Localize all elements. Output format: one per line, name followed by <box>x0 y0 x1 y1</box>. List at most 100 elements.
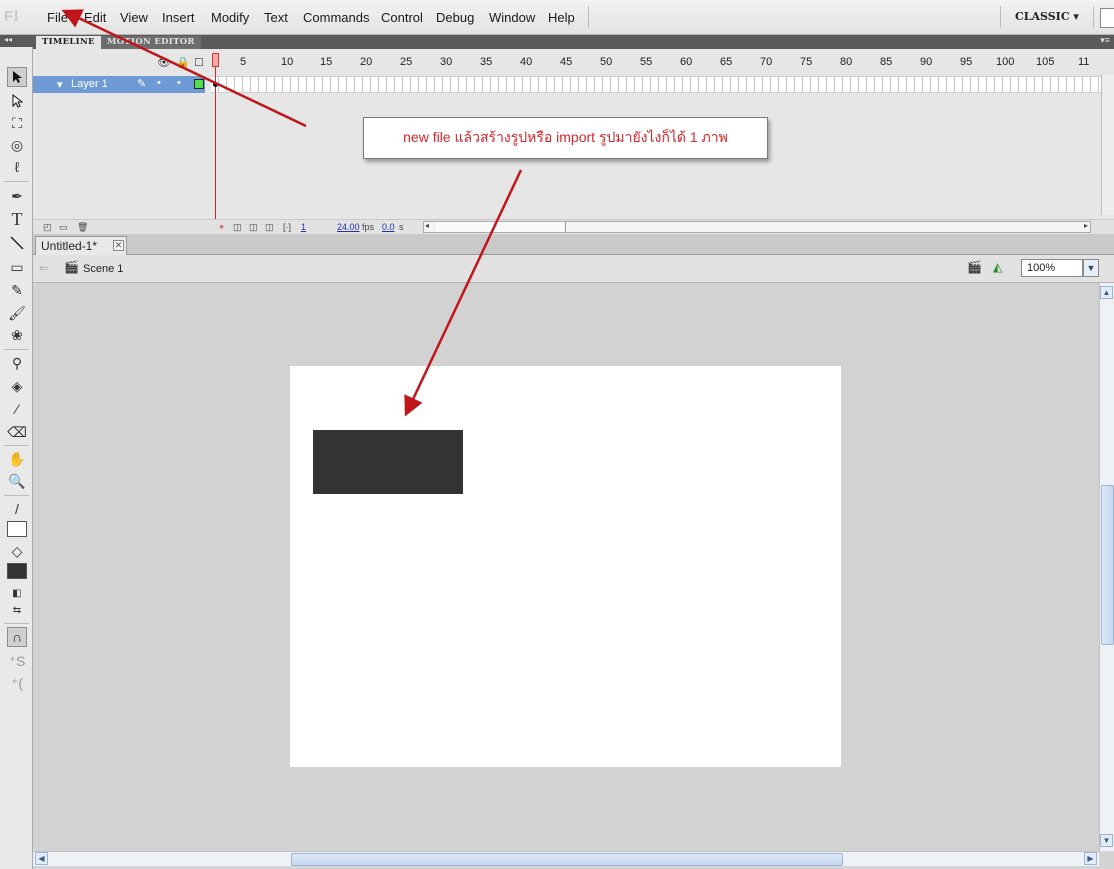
paint-bucket-icon[interactable]: ◈ <box>7 376 27 396</box>
ruler-tick-label: 105 <box>1036 56 1055 68</box>
new-folder-icon[interactable]: ▭ <box>59 222 68 233</box>
subselection-icon[interactable] <box>7 91 27 111</box>
layer-outline-color[interactable] <box>194 79 204 89</box>
pencil-icon[interactable]: ✎ <box>7 280 27 300</box>
snap-to-objects-icon[interactable]: ∩ <box>7 627 27 647</box>
edit-symbols-icon[interactable]: ◭ <box>993 260 1002 274</box>
ruler-tick-label: 30 <box>440 56 453 68</box>
timeline-scroll-thumb[interactable] <box>436 222 566 232</box>
menu-edit[interactable]: Edit <box>84 10 106 25</box>
scroll-left-icon[interactable]: ◀ <box>35 852 48 865</box>
stage-vertical-scrollbar[interactable]: ▲ ▼ <box>1099 283 1114 851</box>
back-arrow-icon[interactable]: ⇐ <box>39 261 49 275</box>
scroll-left-icon[interactable]: ◂ <box>425 221 429 230</box>
scroll-right-icon[interactable]: ▶ <box>1084 852 1097 865</box>
selection-icon[interactable] <box>7 67 27 87</box>
menu-file[interactable]: File <box>47 10 68 25</box>
timeline-vertical-scrollbar[interactable] <box>1101 75 1114 215</box>
ruler-tick-label: 80 <box>840 56 853 68</box>
workspace-switcher[interactable]: CLASSIC ▾ <box>1000 6 1094 28</box>
3d-rotation-icon[interactable]: ◎ <box>7 135 27 155</box>
straighten-icon[interactable]: ⁺( <box>7 673 27 693</box>
horizontal-scroll-thumb[interactable] <box>291 853 843 866</box>
ruler-tick-label: 100 <box>996 56 1015 68</box>
deco-icon[interactable]: ❀ <box>7 325 27 345</box>
close-document-icon[interactable]: ✕ <box>113 240 124 251</box>
lock-dot[interactable]: • <box>177 77 181 89</box>
layer-row[interactable]: ▾ Layer 1 ✎ • • <box>33 76 205 93</box>
elapsed-time-value[interactable]: 0.0 <box>382 222 395 232</box>
layer-icon: ▾ <box>57 79 63 91</box>
onion-skin-icon[interactable]: ◫ <box>233 222 242 233</box>
line-icon[interactable] <box>7 233 27 253</box>
new-layer-icon[interactable]: ◰ <box>43 222 52 233</box>
eraser-icon[interactable]: ⌫ <box>7 422 27 442</box>
stroke-color-icon[interactable]: / <box>7 499 27 519</box>
lasso-icon[interactable]: ℓ <box>7 157 27 177</box>
outline-icon[interactable]: □ <box>195 54 203 69</box>
eyedropper-icon[interactable]: ⁄ <box>7 399 27 419</box>
hand-icon[interactable]: ✋ <box>7 449 27 469</box>
text-icon[interactable]: T <box>7 209 27 229</box>
delete-layer-icon[interactable]: 🗑 <box>77 222 88 233</box>
edit-multiple-frames-icon[interactable]: ◫ <box>265 222 274 233</box>
smooth-icon[interactable]: ⁺S <box>7 651 27 671</box>
playhead[interactable] <box>212 53 219 67</box>
layer-name[interactable]: Layer 1 <box>71 78 108 90</box>
zoom-icon[interactable]: 🔍 <box>7 471 27 491</box>
menu-text[interactable]: Text <box>264 10 288 25</box>
menu-modify[interactable]: Modify <box>211 10 249 25</box>
fill-color-swatch[interactable] <box>7 563 27 579</box>
menu-insert[interactable]: Insert <box>162 10 195 25</box>
playhead-line <box>215 67 216 219</box>
tools-collapse[interactable]: ◂◂ <box>0 35 33 47</box>
menu-control[interactable]: Control <box>381 10 423 25</box>
zoom-input[interactable]: 100% <box>1021 259 1083 277</box>
scroll-right-icon[interactable]: ▸ <box>1084 221 1088 230</box>
zoom-dropdown-icon[interactable]: ▼ <box>1083 259 1099 277</box>
menu-bar: Fl File Edit View Insert Modify Text Com… <box>0 0 1114 35</box>
timeline-horizontal-scrollbar[interactable]: ◂ ▸ <box>423 221 1091 233</box>
lock-icon[interactable]: 🔒 <box>176 56 190 69</box>
elapsed-time-unit: s <box>399 222 404 232</box>
ruler-tick-label: 5 <box>240 56 247 68</box>
menu-view[interactable]: View <box>120 10 148 25</box>
scene-name[interactable]: Scene 1 <box>83 263 123 275</box>
menu-help[interactable]: Help <box>548 10 575 25</box>
current-frame[interactable]: 1 <box>301 222 306 232</box>
tab-timeline[interactable]: TIMELINE <box>36 36 101 49</box>
keyframe-dot[interactable] <box>213 82 218 87</box>
brush-icon[interactable]: 🖌 <box>7 303 27 323</box>
scroll-up-icon[interactable]: ▲ <box>1100 286 1113 299</box>
stage[interactable] <box>290 366 841 767</box>
show-hide-icon[interactable]: 👁 <box>157 56 171 69</box>
onion-skin-outlines-icon[interactable]: ◫ <box>249 222 258 233</box>
rectangle-icon[interactable]: ▭ <box>7 257 27 277</box>
menu-window[interactable]: Window <box>489 10 535 25</box>
menu-debug[interactable]: Debug <box>436 10 474 25</box>
stage-horizontal-scrollbar[interactable]: ◀ ▶ <box>33 851 1099 866</box>
center-frame-icon[interactable]: ⌖ <box>219 222 224 233</box>
frame-rate-value[interactable]: 24.00 <box>337 222 360 232</box>
pencil-edit-icon: ✎ <box>137 78 147 90</box>
fill-color-icon[interactable]: ◇ <box>7 541 27 561</box>
edit-scene-icon[interactable]: 🎬 <box>967 260 982 274</box>
scroll-down-icon[interactable]: ▼ <box>1100 834 1113 847</box>
visibility-dot[interactable]: • <box>157 77 161 89</box>
rectangle-shape[interactable] <box>313 430 463 494</box>
ruler-tick-label: 25 <box>400 56 413 68</box>
tab-motion-editor[interactable]: MOTION EDITOR <box>101 36 201 49</box>
frame-ruler[interactable]: 1 5 10 15 20 25 30 35 40 45 50 55 60 65 … <box>211 53 1101 73</box>
document-tab[interactable]: Untitled-1* ✕ <box>35 236 127 255</box>
bone-icon[interactable]: ⚲ <box>7 353 27 373</box>
stroke-color-swatch[interactable] <box>7 521 27 537</box>
search-help-input[interactable] <box>1100 8 1114 28</box>
modify-markers-icon[interactable]: [·] <box>283 222 291 232</box>
panel-menu-icon[interactable]: ▾≡ <box>1100 35 1110 46</box>
menu-commands[interactable]: Commands <box>303 10 369 25</box>
frames-area[interactable] <box>211 76 1101 93</box>
free-transform-icon[interactable]: ⛶ <box>7 113 27 133</box>
vertical-scroll-thumb[interactable] <box>1101 485 1114 645</box>
pen-icon[interactable]: ✒ <box>7 186 27 206</box>
swap-colors-icon[interactable]: ⇆ <box>7 600 27 620</box>
